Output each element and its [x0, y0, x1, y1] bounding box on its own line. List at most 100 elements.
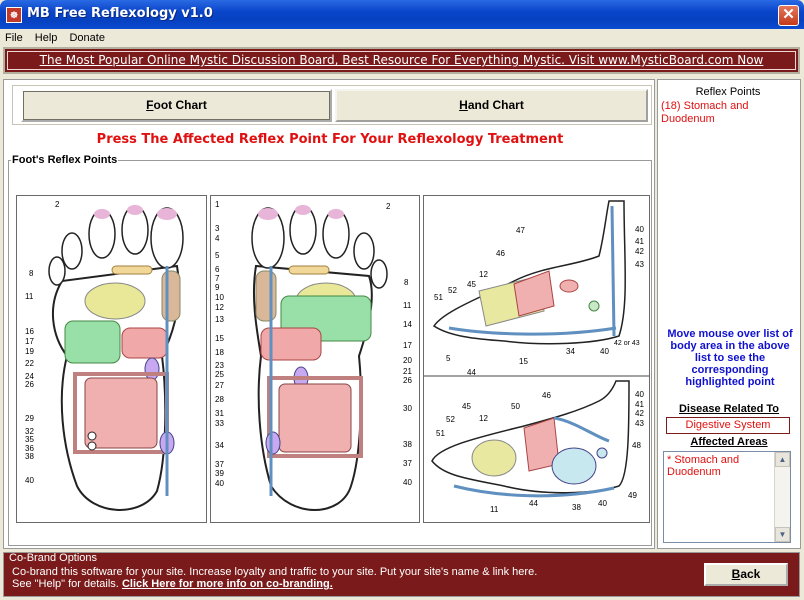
back-button[interactable]: Back: [704, 563, 788, 586]
middle-foot-label-15: 15: [215, 334, 224, 343]
middle-foot-label-6: 6: [215, 265, 220, 274]
middle-foot-label-r2: 2: [386, 202, 391, 211]
co-brand-line1: Co-brand this software for your site. In…: [12, 566, 538, 578]
side-bottom-label-48: 48: [632, 441, 641, 450]
affected-areas-scrollbar[interactable]: ▲ ▼: [774, 452, 790, 542]
middle-foot-label-31: 31: [215, 409, 224, 418]
middle-foot-label-4: 4: [215, 234, 220, 243]
middle-foot-label-23: 23: [215, 361, 224, 370]
foot-chart-mnemonic: F: [146, 98, 154, 112]
middle-foot-label-r17: 17: [403, 341, 412, 350]
promo-banner: The Most Popular Online Mystic Discussio…: [3, 47, 800, 74]
middle-foot-label-r30: 30: [403, 404, 412, 413]
middle-foot-label-18: 18: [215, 348, 224, 357]
left-foot-illustration: 2 8 11 16 17 19 22 24 26 29 32 35 36 38 …: [25, 200, 184, 511]
menu-help[interactable]: Help: [30, 29, 62, 46]
middle-foot-label-r38: 38: [403, 440, 412, 449]
side-top-label-42or43: 42 or 43: [614, 340, 640, 347]
side-top-label-5: 5: [446, 354, 451, 363]
side-bottom-label-49: 49: [628, 491, 637, 500]
close-button[interactable]: ✕: [778, 5, 799, 26]
menu-donate[interactable]: Donate: [64, 29, 108, 46]
side-bottom-label-52: 52: [446, 415, 455, 424]
hand-chart-button[interactable]: Hand Chart: [335, 89, 648, 122]
co-brand-legend: Co-Brand Options: [9, 552, 98, 564]
scroll-up-icon[interactable]: ▲: [775, 452, 790, 467]
selected-reflex-point[interactable]: (18) Stomach and Duodenum: [661, 100, 797, 126]
side-foot-chart[interactable]: 47 46 12 45 52 51 40 41 42 43 15 34 40 4…: [423, 195, 650, 523]
middle-foot-label-25: 25: [215, 370, 224, 379]
side-top-label-34: 34: [566, 347, 575, 356]
affected-areas-label: Affected Areas: [690, 436, 768, 448]
middle-foot-label-r11: 11: [403, 301, 412, 310]
middle-foot-label-40: 40: [215, 479, 224, 488]
co-brand-footer: Co-Brand Options Co-brand this software …: [3, 552, 800, 597]
side-top-label-42: 42: [635, 247, 644, 256]
back-mnemonic: B: [731, 567, 741, 581]
middle-foot-label-r37: 37: [403, 459, 412, 468]
foot-reflex-points-title: Foot's Reflex Points: [12, 154, 118, 166]
middle-foot-label-1: 1: [215, 200, 220, 209]
side-foot-illustration: 47 46 12 45 52 51 40 41 42 43 15 34 40 4…: [424, 200, 649, 514]
left-foot-label-8: 8: [29, 269, 34, 278]
main-panel: Foot Chart Hand Chart Press The Affected…: [3, 79, 655, 549]
side-top-label-43: 43: [635, 260, 644, 269]
middle-foot-label-r14: 14: [403, 320, 412, 329]
disease-related-label: Disease Related To: [678, 403, 780, 415]
window-title: MB Free Reflexology v1.0: [27, 6, 213, 21]
right-foot-chart[interactable]: 1 3 4 5 6 7 9 10 12 13 15 18 23 25 27 28…: [210, 195, 420, 523]
side-top-label-41: 41: [635, 237, 644, 246]
side-top-label-51: 51: [434, 293, 443, 302]
promo-banner-link[interactable]: The Most Popular Online Mystic Discussio…: [7, 51, 796, 70]
left-foot-label-26: 26: [25, 380, 34, 389]
hover-help-text: Move mouse over list of body area in the…: [667, 328, 793, 388]
middle-foot-label-7: 7: [215, 274, 220, 283]
side-top-label-47: 47: [516, 226, 525, 235]
back-label: ack: [740, 567, 761, 581]
middle-foot-label-37: 37: [215, 460, 224, 469]
left-foot-label-38: 38: [25, 452, 34, 461]
co-brand-line2: See "Help" for details. Click Here for m…: [12, 578, 702, 590]
middle-foot-label-13: 13: [215, 315, 224, 324]
side-bottom-label-43: 43: [635, 419, 644, 428]
left-foot-label-19: 19: [25, 347, 34, 356]
side-bottom-label-41: 41: [635, 400, 644, 409]
middle-foot-label-10: 10: [215, 293, 224, 302]
side-top-label-52: 52: [448, 286, 457, 295]
affected-areas-list[interactable]: * Stomach and Duodenum ▲ ▼: [663, 451, 791, 543]
middle-foot-label-r20: 20: [403, 356, 412, 365]
reflex-points-panel: Reflex Points (18) Stomach and Duodenum …: [657, 79, 801, 549]
left-foot-label-16: 16: [25, 327, 34, 336]
menu-file[interactable]: File: [0, 29, 27, 46]
hand-chart-mnemonic: H: [459, 98, 468, 112]
co-branding-link[interactable]: Click Here for more info on co-branding.: [122, 578, 333, 590]
affected-area-item: * Stomach and Duodenum: [667, 454, 740, 478]
side-top-label-46: 46: [496, 249, 505, 258]
left-foot-label-2: 2: [55, 200, 60, 209]
scroll-down-icon[interactable]: ▼: [775, 527, 790, 542]
side-bottom-label-44: 44: [529, 499, 538, 508]
side-bottom-label-50: 50: [511, 402, 520, 411]
co-brand-details-text: See "Help" for details.: [12, 578, 119, 590]
middle-foot-label-r8: 8: [404, 278, 409, 287]
side-bottom-label-45: 45: [462, 402, 471, 411]
right-foot-illustration: 1 3 4 5 6 7 9 10 12 13 15 18 23 25 27 28…: [215, 200, 412, 511]
left-foot-label-35: 35: [25, 435, 34, 444]
side-top-label-15: 15: [519, 357, 528, 366]
left-foot-label-40: 40: [25, 476, 34, 485]
title-bar: ☸ MB Free Reflexology v1.0 ✕: [0, 0, 804, 29]
middle-foot-label-3: 3: [215, 224, 220, 233]
middle-foot-label-28: 28: [215, 395, 224, 404]
instruction-text: Press The Affected Reflex Point For Your…: [96, 132, 564, 147]
menu-bar: File Help Donate: [0, 29, 804, 47]
side-top-label-44: 44: [467, 368, 476, 377]
side-bottom-label-42: 42: [635, 409, 644, 418]
side-bottom-label-11: 11: [490, 505, 499, 514]
left-foot-label-22: 22: [25, 359, 34, 368]
side-bottom-label-38: 38: [572, 503, 581, 512]
foot-chart-button[interactable]: Foot Chart: [21, 89, 332, 122]
middle-foot-label-r21: 21: [403, 367, 412, 376]
left-foot-chart[interactable]: 2 8 11 16 17 19 22 24 26 29 32 35 36 38 …: [16, 195, 207, 523]
side-bottom-label-46: 46: [542, 391, 551, 400]
left-foot-label-29: 29: [25, 414, 34, 423]
